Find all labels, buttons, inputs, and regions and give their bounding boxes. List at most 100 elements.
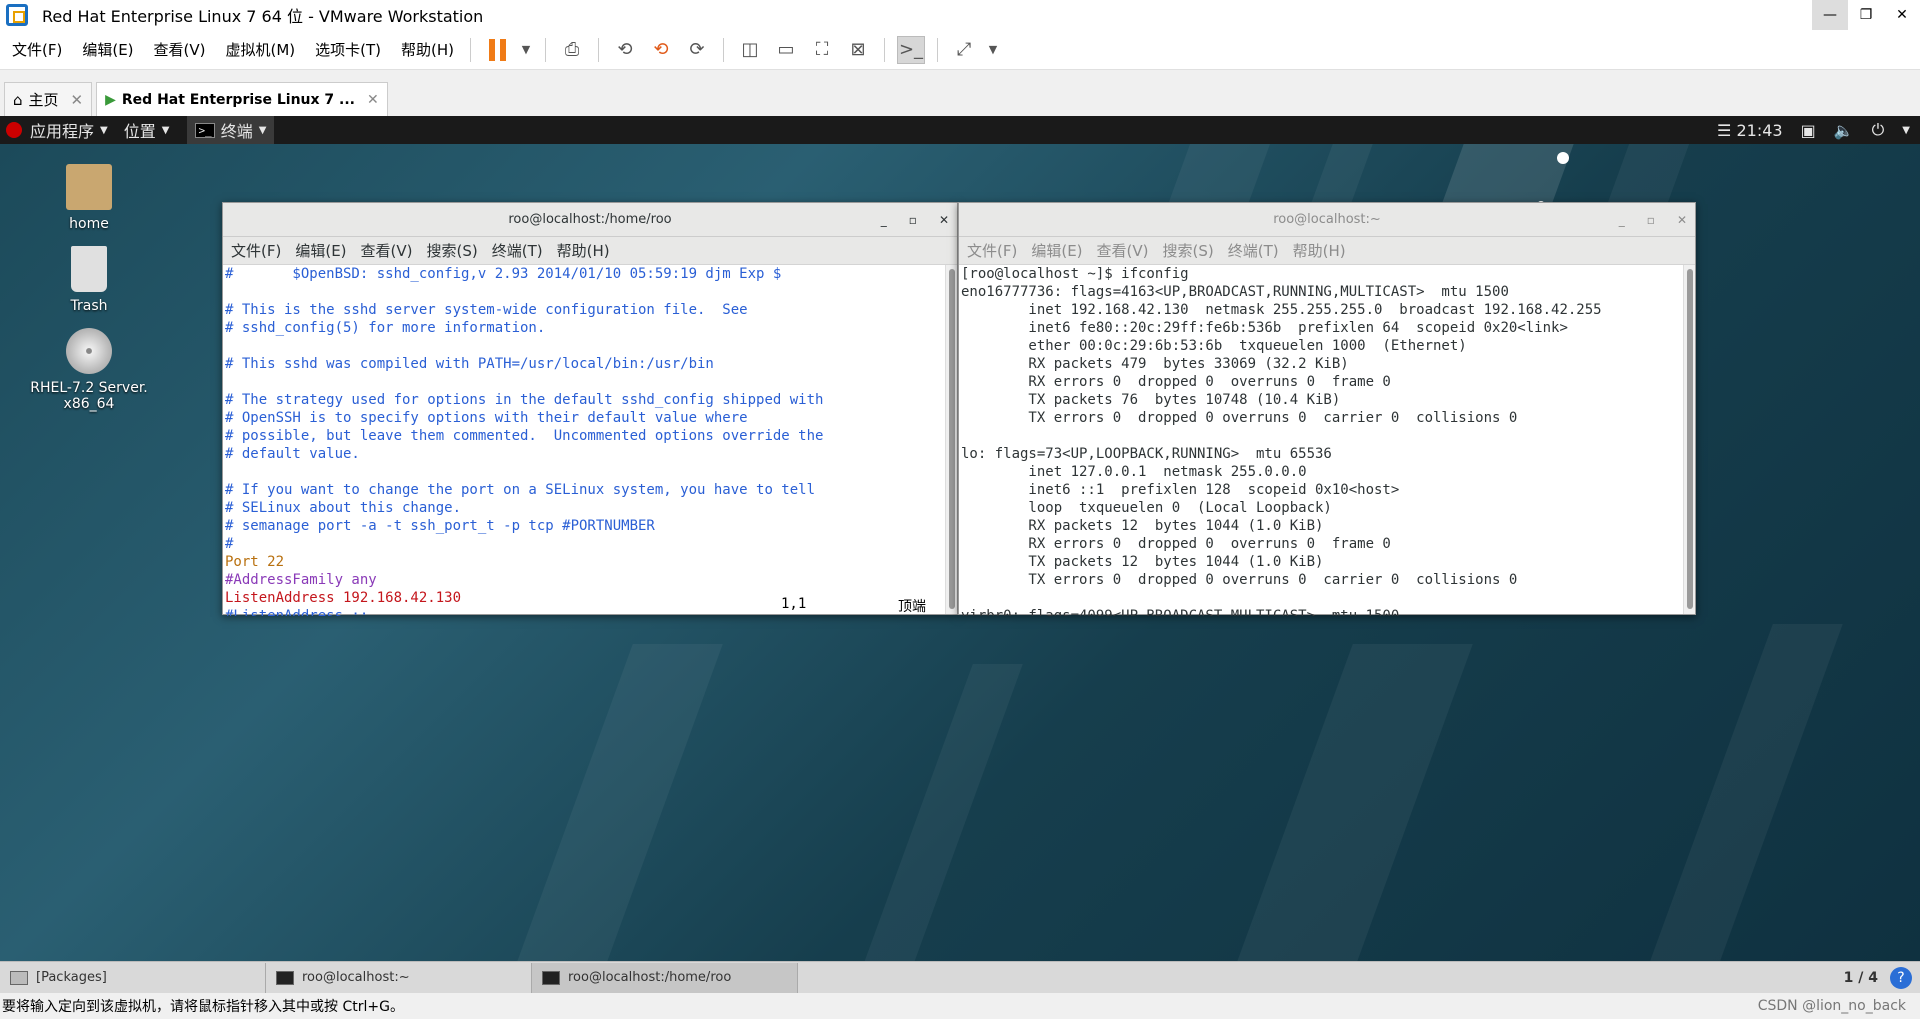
workspace-indicator[interactable]: 1 / 4 [1844, 970, 1878, 986]
console-view-icon[interactable]: >_ [897, 35, 926, 64]
snapshot-manager-icon[interactable]: ⟳ [683, 36, 711, 64]
tmenu-search[interactable]: 搜索(S) [427, 240, 478, 261]
guest-display[interactable]: 应用程序 ▼ 位置 ▼ >_ 终端 ▼ ☰ 21:43 ▣ 🔈 ⏻ ▼ home Tra… [0, 116, 1920, 961]
terminal-line: TX errors 0 dropped 0 overruns 0 carrier… [961, 572, 1518, 588]
taskbar-item-terminal-home[interactable]: roo@localhost:~ [266, 962, 532, 993]
close-tab-icon[interactable]: ✕ [71, 91, 84, 109]
terminal-output[interactable]: [roo@localhost ~]$ ifconfig eno16777736: … [959, 265, 1695, 616]
vim-line: # The strategy used for options in the d… [225, 392, 824, 408]
terminal-line: RX packets 12 bytes 1044 (1.0 KiB) [961, 518, 1324, 534]
stretch-dropdown-icon[interactable]: ▼ [986, 36, 1000, 64]
terminal-line: RX packets 479 bytes 33069 (32.2 KiB) [961, 356, 1349, 372]
menu-vm[interactable]: 虚拟机(M) [218, 39, 304, 60]
desktop-icon-home[interactable]: home [29, 164, 149, 232]
menu-help[interactable]: 帮助(H) [393, 39, 462, 60]
help-icon[interactable]: ? [1890, 966, 1912, 989]
menu-file[interactable]: 文件(F) [4, 39, 70, 60]
tmenu-view[interactable]: 查看(V) [1097, 240, 1149, 261]
scrollbar[interactable] [945, 265, 957, 614]
vim-line [225, 337, 955, 355]
display-icon[interactable]: ▣ [1801, 121, 1816, 140]
vim-line: # This is the sshd server system-wide co… [225, 302, 748, 318]
send-ctrl-alt-del-icon[interactable]: ⎙ [558, 36, 586, 64]
pause-button[interactable] [483, 36, 511, 64]
vim-line: Port 22 [225, 554, 285, 570]
vim-line [225, 283, 955, 301]
sidebar-view-icon[interactable]: ◫ [736, 36, 764, 64]
terminal-title-bar[interactable]: roo@localhost:~ _ ▫ ✕ [959, 203, 1695, 237]
maximize-icon[interactable]: ▫ [909, 213, 917, 227]
dropdown-icon[interactable]: ▼ [1902, 125, 1910, 136]
vim-line: # $OpenBSD: sshd_config,v 2.93 2014/01/1… [225, 266, 782, 282]
unity-icon[interactable]: ⊠ [844, 36, 872, 64]
terminal-menubar: 文件(F) 编辑(E) 查看(V) 搜索(S) 终端(T) 帮助(H) [959, 237, 1695, 265]
terminal-menubar: 文件(F) 编辑(E) 查看(V) 搜索(S) 终端(T) 帮助(H) [223, 237, 957, 265]
revert-snapshot-icon[interactable]: ⟲ [647, 36, 675, 64]
tmenu-terminal[interactable]: 终端(T) [1228, 240, 1279, 261]
tmenu-file[interactable]: 文件(F) [231, 240, 281, 261]
pause-dropdown-icon[interactable]: ▼ [519, 36, 533, 64]
terminal-icon [542, 970, 560, 985]
fullscreen-icon[interactable]: ⛶ [808, 36, 836, 64]
tmenu-help[interactable]: 帮助(H) [557, 240, 610, 261]
vmware-logo-icon [6, 4, 28, 26]
tmenu-view[interactable]: 查看(V) [361, 240, 413, 261]
maximize-icon[interactable]: ▫ [1647, 213, 1655, 227]
vim-line [225, 463, 955, 481]
stretch-icon[interactable]: ⤢ [950, 36, 978, 64]
vim-line: # sshd_config(5) for more information. [225, 320, 546, 336]
close-tab-icon[interactable]: ✕ [367, 92, 379, 108]
menu-edit[interactable]: 编辑(E) [74, 39, 141, 60]
vmware-tab-strip: ⌂ 主页 ✕ ▶ Red Hat Enterprise Linux 7 ... … [0, 80, 1920, 116]
vim-line [225, 373, 955, 391]
places-menu[interactable]: 位置 ▼ [116, 118, 178, 142]
terminal-line: inet 192.168.42.130 netmask 255.255.255.… [961, 302, 1602, 318]
taskbar-item-terminal-roo[interactable]: roo@localhost:/home/roo [532, 962, 798, 993]
snapshot-icon[interactable]: ⟲ [611, 36, 639, 64]
tmenu-edit[interactable]: 编辑(E) [295, 240, 346, 261]
disc-icon [66, 328, 112, 374]
desktop-icon-trash[interactable]: Trash [29, 246, 149, 314]
applications-menu[interactable]: 应用程序 ▼ [22, 118, 116, 142]
watermark: CSDN @lion_no_back [1757, 998, 1906, 1014]
menu-tabs[interactable]: 选项卡(T) [307, 39, 389, 60]
terminal-app-menu[interactable]: >_ 终端 ▼ [187, 116, 275, 144]
minimize-icon[interactable]: _ [881, 213, 887, 227]
power-icon[interactable]: ⏻ [1872, 120, 1885, 140]
terminal-window-right[interactable]: roo@localhost:~ _ ▫ ✕ 文件(F) 编辑(E) 查看(V) 搜索… [958, 202, 1696, 616]
desktop-icon-disc[interactable]: RHEL-7.2 Server. x86_64 [29, 328, 149, 412]
close-button[interactable]: ✕ [1884, 0, 1920, 30]
scrollbar[interactable] [1683, 265, 1695, 614]
trash-icon [71, 246, 107, 292]
tmenu-file[interactable]: 文件(F) [967, 240, 1017, 261]
vim-line: #AddressFamily any [225, 572, 377, 588]
terminal-title-bar[interactable]: roo@localhost:/home/roo _ ▫ ✕ [223, 203, 957, 237]
vim-buffer[interactable]: # $OpenBSD: sshd_config,v 2.93 2014/01/1… [223, 265, 957, 616]
thumbnail-view-icon[interactable]: ▭ [772, 36, 800, 64]
minimize-button[interactable]: — [1812, 0, 1848, 30]
tmenu-help[interactable]: 帮助(H) [1293, 240, 1346, 261]
vim-statusline: 1,1 顶端 [781, 596, 926, 615]
tmenu-search[interactable]: 搜索(S) [1163, 240, 1214, 261]
window-title: Red Hat Enterprise Linux 7 64 位 - VMware… [42, 7, 484, 26]
terminal-line: lo: flags=73<UP,LOOPBACK,RUNNING> mtu 65… [961, 446, 1332, 462]
vmware-status-bar: 要将输入定向到该虚拟机，请将鼠标指针移入其中或按 Ctrl+G。 CSDN @l… [0, 993, 1920, 1019]
close-icon[interactable]: ✕ [939, 213, 949, 227]
terminal-line: TX packets 76 bytes 10748 (10.4 KiB) [961, 392, 1341, 408]
terminal-window-left[interactable]: roo@localhost:/home/roo _ ▫ ✕ 文件(F) 编辑(E) … [222, 202, 958, 616]
gnome-top-bar: 应用程序 ▼ 位置 ▼ >_ 终端 ▼ ☰ 21:43 ▣ 🔈 ⏻ ▼ [0, 116, 1920, 144]
volume-icon[interactable]: 🔈 [1834, 121, 1854, 140]
clock[interactable]: ☰ 21:43 [1717, 121, 1783, 140]
restore-button[interactable]: ❐ [1848, 0, 1884, 30]
menu-view[interactable]: 查看(V) [146, 39, 214, 60]
close-icon[interactable]: ✕ [1677, 213, 1687, 227]
tab-rhel[interactable]: ▶ Red Hat Enterprise Linux 7 ... ✕ [96, 82, 388, 116]
minimize-icon[interactable]: _ [1619, 213, 1625, 227]
tmenu-terminal[interactable]: 终端(T) [492, 240, 543, 261]
terminal-line: inet6 ::1 prefixlen 128 scopeid 0x10<hos… [961, 482, 1400, 498]
vim-line: # SELinux about this change. [225, 500, 462, 516]
tmenu-edit[interactable]: 编辑(E) [1031, 240, 1082, 261]
taskbar-item-packages[interactable]: [Packages] [0, 962, 266, 993]
tab-home[interactable]: ⌂ 主页 ✕ [4, 82, 93, 116]
vim-line: # If you want to change the port on a SE… [225, 482, 816, 498]
